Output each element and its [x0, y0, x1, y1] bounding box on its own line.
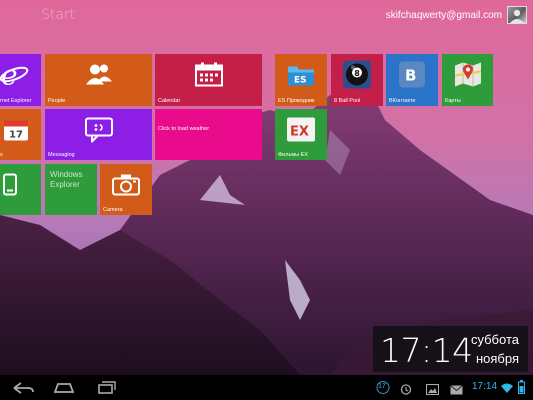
vk-icon: B	[399, 61, 425, 93]
tile-windows-explorer[interactable]: Windows Explorer	[45, 164, 97, 215]
clock-day: суббота	[470, 332, 519, 347]
phone-icon	[3, 173, 17, 200]
tile-internet-explorer[interactable]: e rnet Explorer	[0, 54, 41, 106]
tile-label: People	[48, 98, 66, 104]
messaging-icon	[84, 116, 114, 147]
recent-apps-icon	[98, 381, 116, 394]
tile-label: Фильмы EX	[278, 152, 308, 158]
eight-ball-icon: 8	[342, 60, 372, 95]
tile-label: Camera	[103, 207, 123, 213]
gallery-icon[interactable]	[425, 382, 440, 400]
tile-label: Messaging	[48, 152, 75, 158]
tile-label: rnet Explorer	[0, 98, 32, 104]
start-title: Start	[41, 7, 76, 23]
recent-apps-button[interactable]	[92, 379, 118, 396]
back-button[interactable]	[10, 379, 36, 396]
account-email[interactable]: skifchaqwerty@gmail.com	[386, 10, 502, 21]
svg-text:17: 17	[9, 129, 23, 140]
clock-month: ноября	[475, 351, 519, 366]
es-explorer-icon: ES	[286, 62, 316, 93]
tile-8-ball-pool[interactable]: 8 8 Ball Pool	[331, 54, 383, 106]
tile-label: ВКонтакте	[389, 98, 416, 104]
notification-count-icon[interactable]: 17	[376, 381, 390, 399]
calendar-icon	[194, 62, 223, 92]
tile-people[interactable]: People	[45, 54, 152, 106]
tile-es-explorer[interactable]: ES ES Проводник	[275, 54, 327, 106]
ex-icon: EX	[286, 116, 316, 147]
user-avatar[interactable]	[507, 6, 527, 24]
tile-vkontakte[interactable]: B ВКонтакте	[386, 54, 438, 106]
back-arrow-icon	[13, 382, 34, 394]
home-icon	[53, 383, 75, 393]
tile-label: Карты	[445, 98, 461, 104]
tile-label: ES Проводник	[278, 98, 315, 104]
tile-ex-files[interactable]: EX Фильмы EX	[275, 109, 327, 160]
tile-store-partial[interactable]: 17 s	[0, 109, 41, 160]
tile-weather[interactable]: Click to load weather	[155, 109, 262, 160]
system-bar: 17 17:14	[0, 375, 533, 400]
notification-count: 17	[378, 383, 386, 390]
tile-camera[interactable]: Camera	[100, 164, 152, 215]
calendar-app-icon: 17	[3, 117, 29, 146]
svg-text:EX: EX	[290, 124, 309, 139]
tile-maps[interactable]: Карты	[442, 54, 493, 106]
svg-text:8: 8	[354, 69, 360, 78]
camera-icon	[112, 173, 140, 200]
tile-calendar[interactable]: Calendar	[155, 54, 262, 106]
wifi-icon	[500, 381, 514, 399]
tile-label: s	[0, 152, 3, 158]
tile-label: 8 Ball Pool	[334, 98, 361, 104]
maps-icon	[454, 62, 482, 93]
people-icon	[84, 64, 114, 91]
tile-messaging[interactable]: Messaging	[45, 109, 152, 160]
weather-prompt: Click to load weather	[158, 126, 210, 133]
tile-green-partial[interactable]	[0, 164, 41, 215]
mail-icon[interactable]	[450, 382, 463, 400]
alarm-icon[interactable]	[400, 382, 412, 400]
windows-explorer-label: Windows Explorer	[50, 170, 83, 189]
tile-label: Calendar	[158, 98, 181, 104]
svg-text:ES: ES	[294, 76, 307, 86]
svg-text:B: B	[405, 67, 416, 85]
battery-icon	[518, 380, 525, 399]
status-time: 17:14	[472, 381, 498, 392]
clock-time: 17:14	[380, 331, 473, 370]
internet-explorer-icon: e	[0, 59, 29, 95]
home-button[interactable]	[51, 379, 77, 396]
clock-widget[interactable]: 17:14 суббота ноября	[373, 326, 528, 372]
